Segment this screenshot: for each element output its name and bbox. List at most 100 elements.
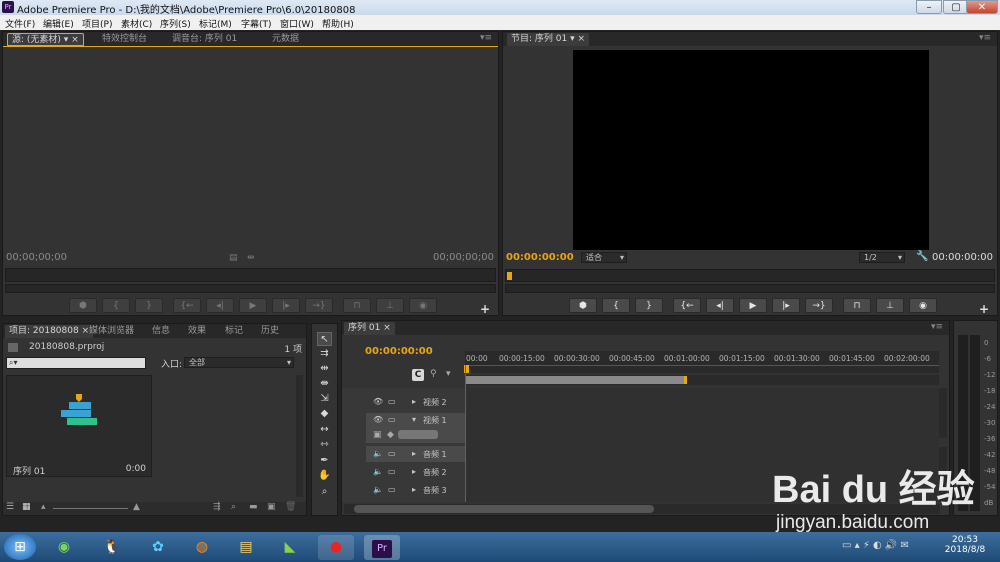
playhead-marker[interactable] [507,272,512,280]
zoom-in-icon[interactable]: ▲ [133,502,140,512]
source-time-ruler[interactable] [5,268,496,282]
resolution-dropdown[interactable]: 1/2 ▾ [859,252,905,263]
firefox-icon[interactable]: ◍ [184,535,220,560]
go-to-in-button[interactable]: {← [173,298,201,313]
marker-icon[interactable]: ▾ [446,369,451,379]
step-back-button[interactable]: ◂| [706,298,734,313]
tab-effects[interactable]: 效果 [184,325,210,338]
tab-project[interactable]: 项目: 20180808 × [5,325,94,338]
extract-button[interactable]: ⊥ [876,298,904,313]
output-icon[interactable]: ⇹ [247,253,255,263]
step-back-button[interactable]: ◂| [206,298,234,313]
export-frame-button[interactable]: ◉ [909,298,937,313]
snap-toggle-icon[interactable]: C [412,369,424,381]
tab-markers[interactable]: 标记 [221,325,247,338]
speaker-icon[interactable]: 🔈 [373,467,383,476]
tab-source[interactable]: 源: (无素材) ▾ × [7,33,84,46]
zoom-out-icon[interactable]: ▴ [41,502,46,512]
timeline-horizontal-scrollbar[interactable] [344,504,940,514]
icon-view-icon[interactable]: ▦ [22,502,31,512]
ripple-edit-tool-icon[interactable]: ⇹ [317,362,332,376]
lock-icon[interactable]: ▭ [388,467,396,476]
track-select-tool-icon[interactable]: ⇉ [317,347,332,361]
speaker-icon[interactable]: 🔈 [373,449,383,458]
keyframe-icon[interactable]: ◆ [387,430,394,440]
track-content-area[interactable] [465,388,939,502]
menu-help[interactable]: 帮助(H) [322,17,354,30]
program-time-ruler[interactable] [505,269,995,282]
automate-to-sequence-icon[interactable]: ⇶ [213,502,221,512]
close-button[interactable]: ✕ [966,0,998,14]
razor-tool-icon[interactable]: ◆ [317,407,332,421]
tab-effect-controls[interactable]: 特效控制台 [98,33,151,46]
qq-icon[interactable]: 🐧 [94,535,130,560]
go-to-in-button[interactable]: {← [673,298,701,313]
play-button[interactable]: ▶ [239,298,267,313]
lock-icon[interactable]: ▭ [388,415,396,424]
new-bin-icon[interactable]: ▬ [249,502,258,512]
add-marker-button[interactable]: ⬢ [569,298,597,313]
lock-icon[interactable]: ▭ [388,449,396,458]
dropdown-arrow-icon[interactable]: ▾ [570,34,575,44]
close-icon[interactable]: × [71,35,79,45]
system-tray-icons[interactable]: ▭ ▴ ⚡ ◐ 🔊 ✉ [842,540,909,551]
eye-icon[interactable]: 👁 [373,397,383,406]
button-editor-plus-icon[interactable]: + [480,302,490,316]
fit-dropdown[interactable]: 适合 ▾ [581,252,627,263]
audio-scrollbar[interactable] [939,447,947,502]
tab-audio-mixer[interactable]: 调音台: 序列 01 [168,33,241,46]
speaker-icon[interactable]: 🔈 [373,485,383,494]
display-style-icon[interactable]: ▣ [373,430,382,440]
keyframe-navigator[interactable] [398,430,438,439]
clear-icon[interactable]: 🗑 [285,502,296,512]
file-explorer-icon[interactable]: ▤ [228,535,264,560]
mark-in-button[interactable]: { [602,298,630,313]
premiere-taskbar-icon[interactable]: Pr [364,535,400,560]
lock-icon[interactable]: ▭ [388,485,396,494]
go-to-out-button[interactable]: →} [805,298,833,313]
menu-file[interactable]: 文件(F) [5,17,35,30]
start-button[interactable]: ⊞ [4,534,36,560]
panel-menu-icon[interactable]: ▾≡ [931,322,943,332]
tab-metadata[interactable]: 元数据 [268,33,303,46]
in-filter-dropdown[interactable]: 全部 ▾ [184,357,294,368]
slide-tool-icon[interactable]: ⇿ [317,438,332,452]
dropdown-arrow-icon[interactable]: ▾ [64,35,69,45]
eye-icon[interactable]: 👁 [373,415,383,424]
track-header-audio3[interactable]: 🔈 ▭ ▸ 音频 3 [342,484,467,498]
add-marker-button[interactable]: ⬢ [69,298,97,313]
step-forward-button[interactable]: |▸ [772,298,800,313]
lock-icon[interactable]: ▭ [388,397,396,406]
rolling-edit-tool-icon[interactable]: ⇼ [317,377,332,391]
selection-tool-icon[interactable]: ↖ [317,332,332,346]
expand-arrow-icon[interactable]: ▸ [412,485,416,494]
menu-title[interactable]: 字幕(T) [241,17,272,30]
panel-menu-icon[interactable]: ▾≡ [979,33,991,43]
360-browser-icon[interactable]: ◉ [46,535,82,560]
menu-window[interactable]: 窗口(W) [280,17,314,30]
close-icon[interactable]: × [383,323,391,333]
track-header-video1[interactable]: 👁 ▭ ▾ 视频 1 [342,414,467,428]
track-header-audio1[interactable]: 🔈 ▭ ▸ 音频 1 [342,448,467,462]
track-header-video2[interactable]: 👁 ▭ ▸ 视频 2 [342,396,467,410]
slip-tool-icon[interactable]: ↔ [317,423,332,437]
overwrite-button[interactable]: ⊥ [376,298,404,313]
go-to-out-button[interactable]: →} [305,298,333,313]
button-editor-plus-icon[interactable]: + [979,302,989,316]
lift-button[interactable]: ⊓ [843,298,871,313]
menu-clip[interactable]: 素材(C) [121,17,152,30]
play-button[interactable]: ▶ [739,298,767,313]
mark-in-button[interactable]: { [102,298,130,313]
zoom-tool-icon[interactable]: ⌕ [317,485,332,499]
collapse-arrow-icon[interactable]: ▾ [412,415,416,424]
find-icon[interactable]: ⌕ [231,502,236,512]
link-toggle-icon[interactable]: ⚲ [430,369,437,379]
rate-stretch-tool-icon[interactable]: ⇲ [317,392,332,406]
menu-project[interactable]: 项目(P) [82,17,112,30]
wrench-icon[interactable]: 🔧 [916,251,928,262]
insert-button[interactable]: ⊓ [343,298,371,313]
thumbnail-size-slider[interactable] [53,508,128,509]
mark-out-button[interactable]: } [635,298,663,313]
work-area-bar[interactable] [465,376,687,384]
app-icon[interactable]: ◣ [272,535,308,560]
